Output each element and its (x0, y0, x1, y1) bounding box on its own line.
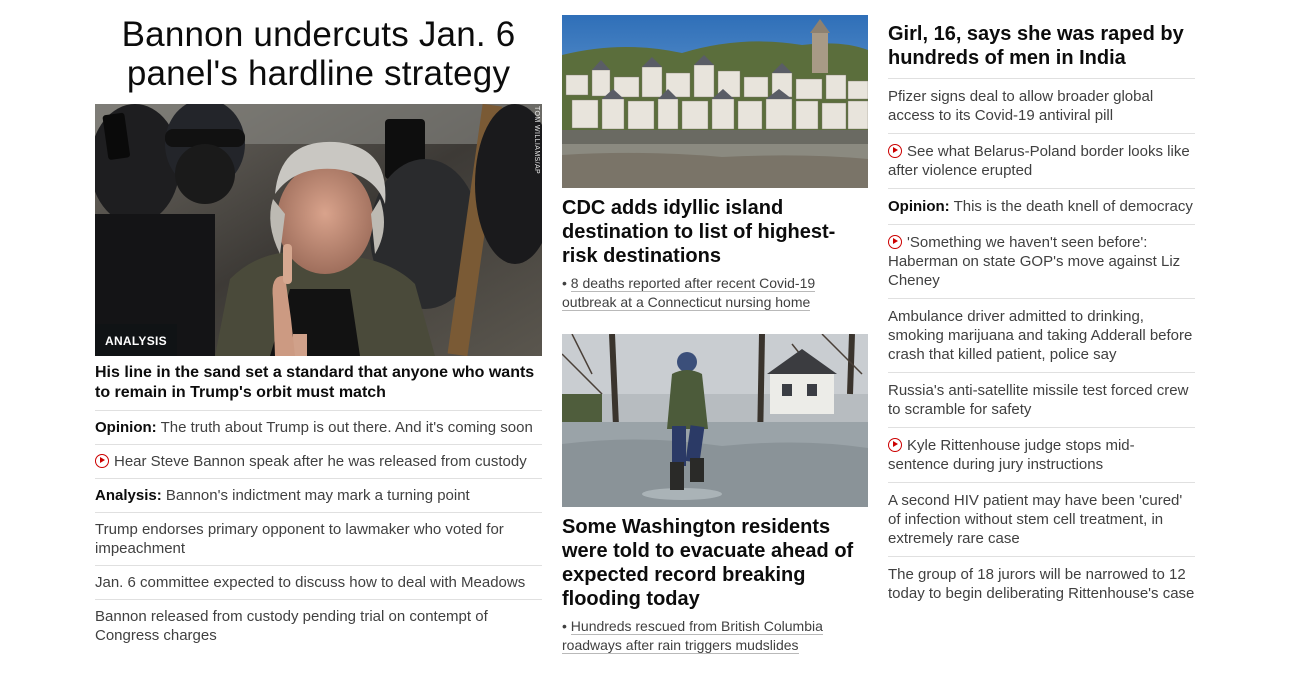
right-headline-list: Pfizer signs deal to allow broader globa… (888, 79, 1195, 611)
list-item-text[interactable]: A second HIV patient may have been 'cure… (888, 492, 1182, 547)
flood-image[interactable] (562, 334, 868, 507)
lead-subheadline[interactable]: His line in the sand set a standard that… (95, 363, 542, 411)
right-headline[interactable]: Girl, 16, says she was raped by hundreds… (888, 22, 1195, 79)
lead-story-column: Bannon undercuts Jan. 6 panel's hardline… (95, 0, 542, 652)
photo-credit: TOM WILLIAMS/AP (533, 106, 540, 175)
lead-image[interactable]: TOM WILLIAMS/AP ANALYSIS (95, 104, 542, 356)
list-item-text[interactable]: Bannon's indictment may mark a turning p… (166, 487, 470, 504)
list-item-text[interactable]: Russia's anti-satellite missile test for… (888, 382, 1188, 418)
bannon-photo (95, 104, 542, 356)
list-item-text[interactable]: The truth about Trump is out there. And … (161, 419, 533, 436)
list-item-text[interactable]: Pfizer signs deal to allow broader globa… (888, 88, 1153, 124)
list-item-text[interactable]: This is the death knell of democracy (954, 198, 1193, 215)
island-headline[interactable]: CDC adds idyllic island destination to l… (562, 196, 868, 268)
list-item[interactable]: Trump endorses primary opponent to lawma… (95, 513, 542, 566)
right-column: Girl, 16, says she was raped by hundreds… (888, 0, 1195, 611)
analysis-label: Analysis: (95, 487, 162, 504)
list-item-text[interactable]: 'Something we haven't seen before': Habe… (888, 234, 1180, 289)
flooding-related-link[interactable]: • Hundreds rescued from British Columbia… (562, 617, 868, 655)
list-item-text[interactable]: Kyle Rittenhouse judge stops mid-sentenc… (888, 437, 1135, 473)
related-link-text[interactable]: 8 deaths reported after recent Covid-19 … (562, 275, 816, 311)
flooding-photo (562, 334, 868, 507)
list-item[interactable]: Hear Steve Bannon speak after he was rel… (95, 445, 542, 479)
list-item[interactable]: Pfizer signs deal to allow broader globa… (888, 79, 1195, 134)
list-item[interactable]: Russia's anti-satellite missile test for… (888, 373, 1195, 428)
list-item-text[interactable]: Trump endorses primary opponent to lawma… (95, 521, 504, 557)
analysis-badge: ANALYSIS (95, 324, 177, 356)
lead-headline-link[interactable]: Bannon undercuts Jan. 6 panel's hardline… (122, 15, 516, 93)
play-circle-icon (95, 454, 109, 468)
list-item[interactable]: Opinion: The truth about Trump is out th… (95, 411, 542, 445)
opinion-label: Opinion: (888, 198, 950, 215)
middle-column: CDC adds idyllic island destination to l… (562, 0, 868, 655)
list-item[interactable]: Analysis: Bannon's indictment may mark a… (95, 479, 542, 513)
list-item-text[interactable]: Jan. 6 committee expected to discuss how… (95, 574, 525, 591)
list-item-text[interactable]: See what Belarus-Poland border looks lik… (888, 143, 1190, 179)
play-circle-icon (888, 235, 902, 249)
related-link-text[interactable]: Hundreds rescued from British Columbia r… (562, 618, 823, 654)
lead-headline[interactable]: Bannon undercuts Jan. 6 panel's hardline… (95, 15, 542, 93)
list-item[interactable]: The group of 18 jurors will be narrowed … (888, 557, 1195, 611)
list-item-text[interactable]: Hear Steve Bannon speak after he was rel… (114, 453, 527, 470)
flooding-headline[interactable]: Some Washington residents were told to e… (562, 515, 868, 611)
lead-related-list: Opinion: The truth about Trump is out th… (95, 411, 542, 652)
list-item-text[interactable]: Ambulance driver admitted to drinking, s… (888, 308, 1192, 363)
island-related-link[interactable]: • 8 deaths reported after recent Covid-1… (562, 274, 868, 312)
play-circle-icon (888, 438, 902, 452)
opinion-label: Opinion: (95, 419, 157, 436)
list-item-text[interactable]: The group of 18 jurors will be narrowed … (888, 566, 1194, 602)
list-item[interactable]: Bannon released from custody pending tri… (95, 600, 542, 652)
list-item-text[interactable]: Bannon released from custody pending tri… (95, 608, 488, 644)
island-town-photo (562, 15, 868, 188)
list-item[interactable]: Jan. 6 committee expected to discuss how… (95, 566, 542, 600)
list-item[interactable]: See what Belarus-Poland border looks lik… (888, 134, 1195, 189)
list-item[interactable]: A second HIV patient may have been 'cure… (888, 483, 1195, 557)
list-item[interactable]: Opinion: This is the death knell of demo… (888, 189, 1195, 225)
list-item[interactable]: 'Something we haven't seen before': Habe… (888, 225, 1195, 299)
island-image[interactable] (562, 15, 868, 188)
list-item[interactable]: Ambulance driver admitted to drinking, s… (888, 299, 1195, 373)
play-circle-icon (888, 144, 902, 158)
list-item[interactable]: Kyle Rittenhouse judge stops mid-sentenc… (888, 428, 1195, 483)
